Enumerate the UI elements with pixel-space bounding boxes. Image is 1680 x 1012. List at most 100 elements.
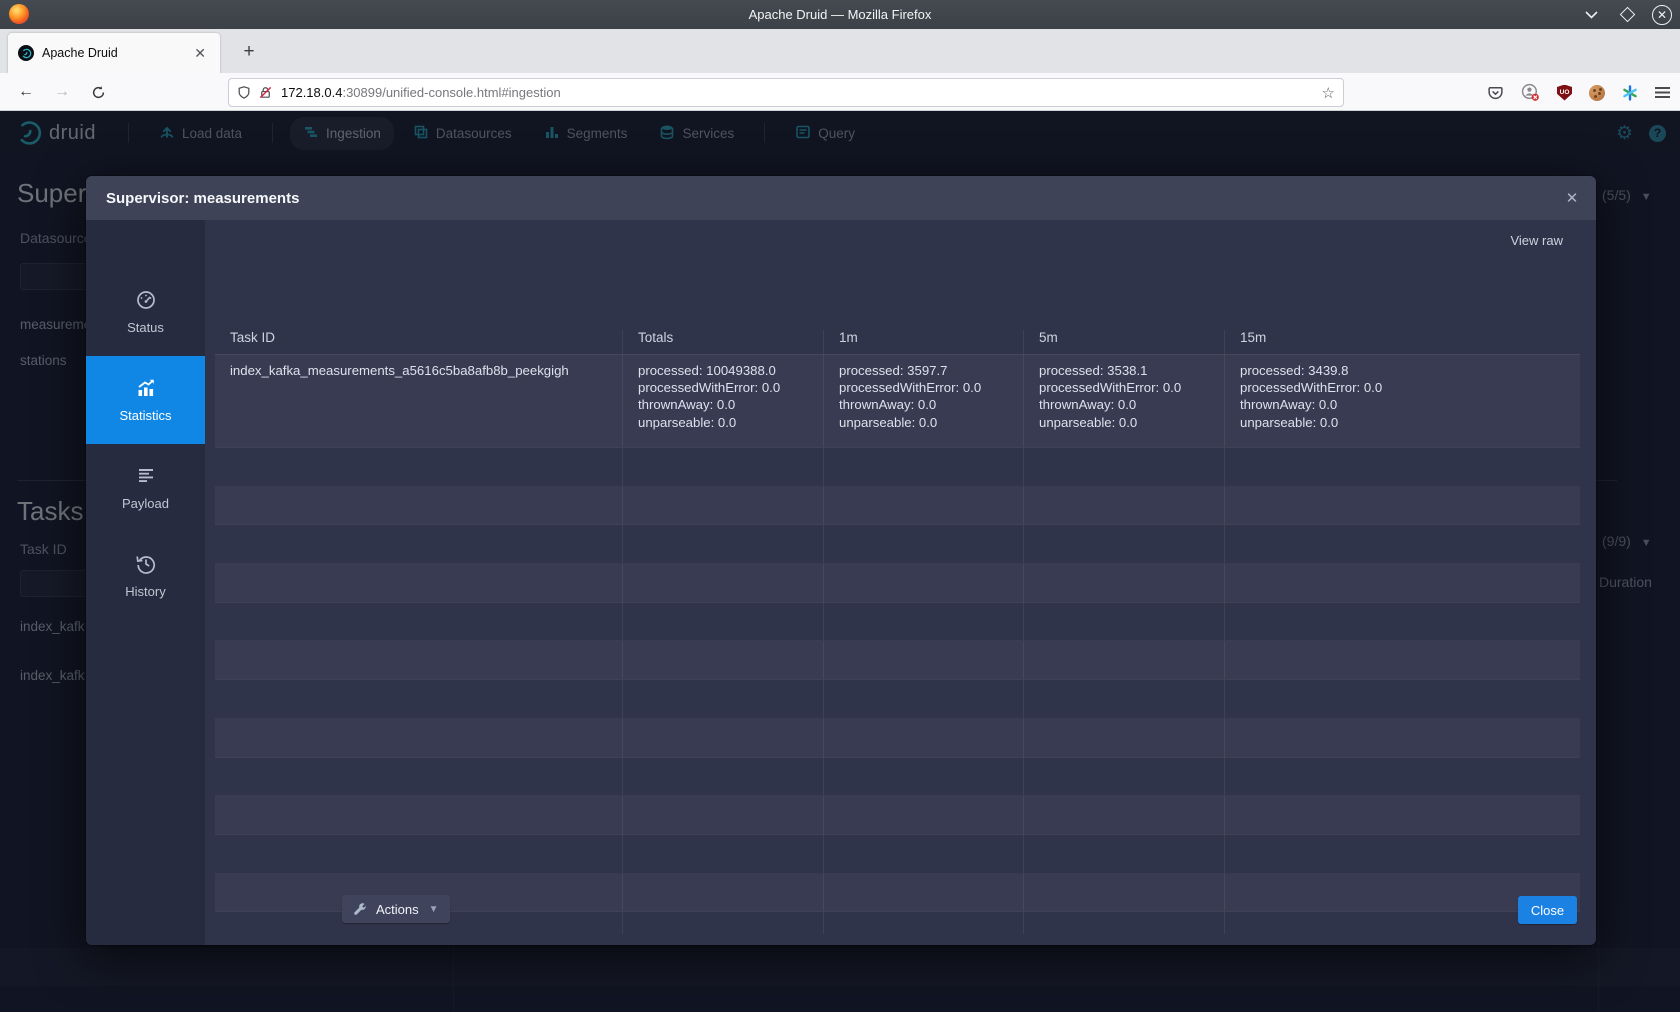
cell-empty	[215, 603, 622, 641]
cell-empty	[622, 874, 823, 912]
table-header-row: Task IDTotals1m5m15m	[215, 299, 1580, 355]
cell-empty	[823, 912, 1023, 934]
column-header-task-id[interactable]: Task ID	[215, 330, 622, 354]
cell-empty	[1023, 719, 1224, 757]
table-row-empty	[215, 641, 1580, 680]
cell-empty	[823, 564, 1023, 602]
ublock-origin-icon[interactable]: UO	[1557, 85, 1572, 101]
insecure-lock-icon[interactable]	[258, 85, 273, 100]
table-row-empty	[215, 525, 1580, 564]
browser-tab[interactable]: Apache Druid ✕	[8, 33, 220, 73]
column-header-totals[interactable]: Totals	[622, 330, 823, 354]
reload-icon[interactable]	[85, 79, 111, 105]
screen: Apache Druid — Mozilla Firefox ✕ Apache …	[0, 0, 1680, 1012]
modal-tab-label: Status	[127, 320, 164, 335]
cell-empty	[622, 835, 823, 873]
column-header-5m[interactable]: 5m	[1023, 330, 1224, 354]
cell-empty	[1023, 758, 1224, 796]
cell-empty	[1224, 680, 1580, 718]
window-close-icon[interactable]: ✕	[1652, 5, 1672, 25]
cell-empty	[1023, 874, 1224, 912]
cell-empty	[1224, 525, 1580, 563]
cell-empty	[823, 796, 1023, 834]
modal-tab-payload[interactable]: Payload	[86, 444, 205, 532]
toolbar-extensions: UO	[1487, 78, 1670, 107]
forward-icon[interactable]: →	[49, 79, 75, 105]
cell-empty	[1023, 912, 1224, 934]
browser-toolbar: ← → 172.18.0.4:30899/unified-console.htm…	[0, 73, 1680, 111]
cell-empty	[622, 719, 823, 757]
column-header-1m[interactable]: 1m	[823, 330, 1023, 354]
cell-empty	[823, 835, 1023, 873]
cookie-icon[interactable]	[1589, 85, 1605, 101]
cell-empty	[215, 487, 622, 525]
modal-tab-history[interactable]: History	[86, 532, 205, 620]
tab-close-icon[interactable]: ✕	[190, 43, 210, 64]
menu-hamburger-icon[interactable]	[1655, 87, 1670, 98]
table-row-empty	[215, 564, 1580, 603]
modal-close-icon[interactable]: ✕	[1562, 188, 1582, 208]
tracking-shield-icon[interactable]	[237, 85, 251, 100]
supervisor-modal: Supervisor: measurements ✕ Status Statist…	[86, 176, 1596, 945]
cell-empty	[823, 603, 1023, 641]
modal-title: Supervisor: measurements	[106, 190, 299, 207]
modal-header: Supervisor: measurements ✕	[86, 176, 1596, 220]
cell-empty	[622, 758, 823, 796]
cell-task-id: index_kafka_measurements_a5616c5ba8afb8b…	[215, 355, 622, 447]
cell-empty	[215, 835, 622, 873]
table-row[interactable]: index_kafka_measurements_a5616c5ba8afb8b…	[215, 355, 1580, 448]
cell-empty	[1224, 835, 1580, 873]
cell-empty	[1023, 603, 1224, 641]
modal-tab-label: History	[125, 584, 165, 599]
cell-empty	[1023, 525, 1224, 563]
modal-close-button[interactable]: Close	[1518, 896, 1577, 924]
back-icon[interactable]: ←	[13, 79, 39, 105]
cell-empty	[1023, 448, 1224, 486]
cell-empty	[1023, 641, 1224, 679]
modal-side-tabs: Status Statistics Payload History	[86, 220, 205, 945]
modal-tab-status[interactable]: Status	[86, 268, 205, 356]
cell-empty	[622, 525, 823, 563]
cell-empty	[215, 448, 622, 486]
actions-button[interactable]: Actions ▼	[342, 895, 450, 923]
tab-title: Apache Druid	[42, 46, 190, 60]
view-raw-link[interactable]: View raw	[1510, 233, 1563, 248]
url-text[interactable]: 172.18.0.4:30899/unified-console.html#in…	[281, 85, 1316, 100]
cell-empty	[823, 487, 1023, 525]
cell-empty	[1224, 796, 1580, 834]
history-icon	[135, 553, 157, 578]
cell-metrics: processed: 3597.7processedWithError: 0.0…	[823, 355, 1023, 447]
cell-empty	[622, 912, 823, 934]
cell-empty	[1224, 564, 1580, 602]
pocket-icon[interactable]	[1487, 84, 1504, 101]
cell-empty	[622, 641, 823, 679]
extension-asterisk-icon[interactable]	[1622, 85, 1638, 101]
cell-empty	[1023, 564, 1224, 602]
cell-empty	[622, 680, 823, 718]
cell-empty	[823, 680, 1023, 718]
url-bar[interactable]: 172.18.0.4:30899/unified-console.html#in…	[228, 78, 1344, 107]
modal-tab-label: Payload	[122, 496, 169, 511]
column-header-15m[interactable]: 15m	[1224, 330, 1580, 354]
window-minimize-icon[interactable]	[1580, 4, 1602, 26]
cell-empty	[823, 874, 1023, 912]
cell-empty	[622, 448, 823, 486]
druid-favicon	[18, 45, 34, 61]
cell-empty	[215, 796, 622, 834]
chevron-down-icon: ▼	[429, 904, 439, 915]
window-maximize-icon[interactable]	[1616, 4, 1638, 26]
cell-empty	[622, 796, 823, 834]
bookmark-star-icon[interactable]: ☆	[1322, 84, 1335, 102]
browser-tabbar: Apache Druid ✕ +	[0, 29, 1680, 73]
window-title: Apache Druid — Mozilla Firefox	[0, 7, 1680, 22]
cell-empty	[1023, 680, 1224, 718]
table-row-empty	[215, 487, 1580, 526]
table-row-empty	[215, 835, 1580, 874]
status-icon	[135, 289, 157, 314]
cell-empty	[622, 487, 823, 525]
cell-empty	[823, 719, 1023, 757]
modal-tab-statistics[interactable]: Statistics	[86, 356, 205, 444]
new-tab-button[interactable]: +	[236, 39, 262, 65]
extension-account-icon[interactable]	[1521, 83, 1540, 102]
cell-empty	[823, 525, 1023, 563]
